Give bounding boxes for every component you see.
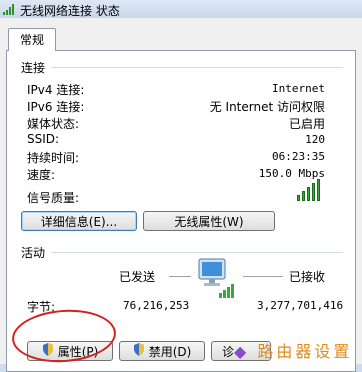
wireless-signal-icon <box>2 3 16 18</box>
signal-bar <box>317 179 320 201</box>
ssid-value: 120 <box>305 133 325 146</box>
signal-bar <box>312 183 315 201</box>
connection-section-label: 连接 <box>21 61 46 75</box>
signal-strength-icon <box>297 179 327 201</box>
disable-button[interactable]: 禁用(D) <box>119 341 205 361</box>
ipv4-label: IPv4 连接: <box>27 83 85 97</box>
signal-bar <box>302 191 305 201</box>
details-button[interactable]: 详细信息(E)... <box>21 211 137 231</box>
watermark: ◆ 路由器设置 <box>234 338 352 362</box>
divider <box>169 276 191 277</box>
activity-section-label: 活动 <box>21 246 46 260</box>
window-title: 无线网络连接 状态 <box>20 4 120 18</box>
bytes-received-value: 3,277,701,416 <box>257 299 344 312</box>
title-bar[interactable]: 无线网络连接 状态 <box>0 0 362 19</box>
duration-label: 持续时间: <box>27 151 80 165</box>
diagnose-button-label: 诊 <box>222 344 235 359</box>
watermark-logo-icon: ◆ <box>234 342 250 361</box>
divider <box>51 252 343 253</box>
media-state-value: 已启用 <box>288 117 325 131</box>
duration-value: 06:23:35 <box>272 150 325 163</box>
details-button-label: 详细信息(E)... <box>40 214 118 229</box>
sent-label: 已发送 <box>119 270 156 284</box>
ipv6-value: 无 Internet 访问权限 <box>209 100 325 114</box>
ipv4-value: Internet <box>272 82 325 95</box>
disable-button-label: 禁用(D) <box>148 344 192 359</box>
wireless-properties-button-label: 无线属性(W) <box>174 214 244 229</box>
signal-bar <box>297 195 300 201</box>
watermark-text: 路由器设置 <box>257 342 353 361</box>
window-client: 常规 连接 IPv4 连接: Internet IPv6 连接: 无 Inter… <box>0 18 362 372</box>
wireless-properties-button[interactable]: 无线属性(W) <box>143 211 275 231</box>
divider <box>51 67 343 68</box>
bytes-sent-value: 76,216,253 <box>123 299 190 312</box>
ssid-label: SSID: <box>27 132 60 146</box>
tab-general[interactable]: 常规 <box>8 28 56 51</box>
ipv6-label: IPv6 连接: <box>27 100 85 114</box>
speed-label: 速度: <box>27 168 56 182</box>
media-state-label: 媒体状态: <box>27 117 80 131</box>
network-computer-icon <box>193 255 239 302</box>
shield-icon <box>133 343 145 359</box>
divider <box>243 276 283 277</box>
signal-bar <box>307 187 310 201</box>
signal-quality-label: 信号质量: <box>27 191 80 205</box>
received-label: 已接收 <box>289 270 326 284</box>
